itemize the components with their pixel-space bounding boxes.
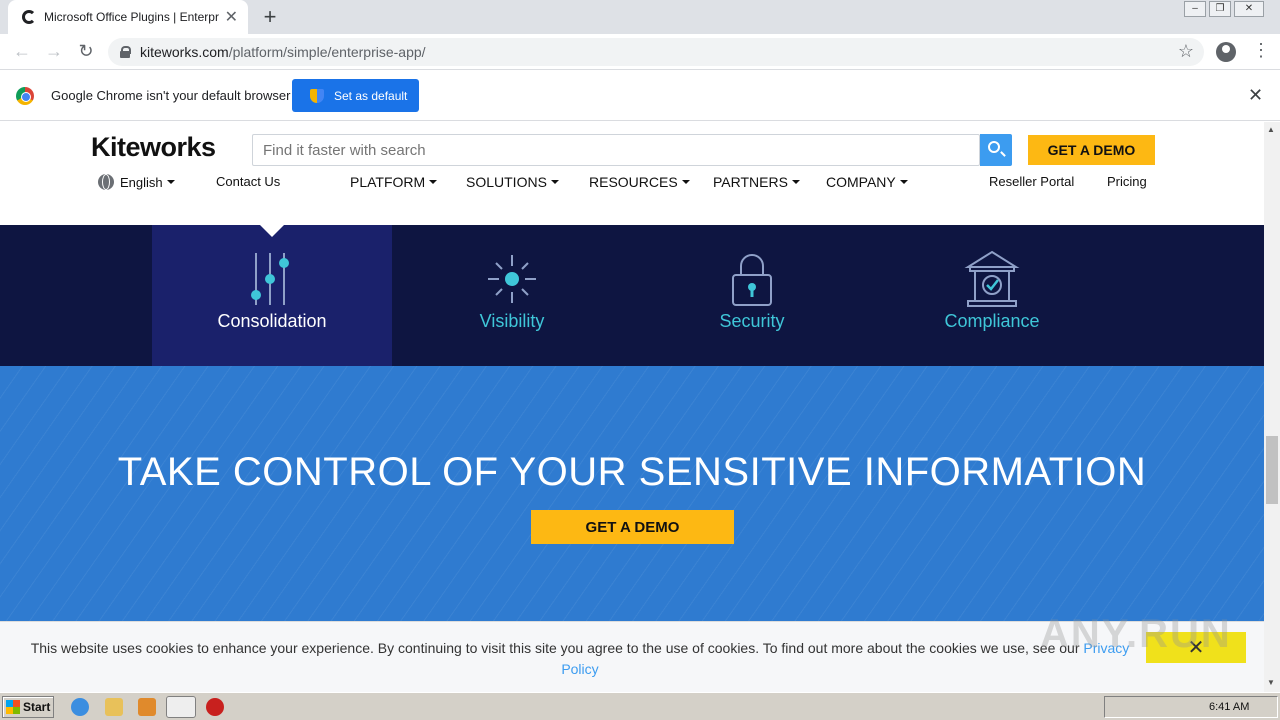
caret-down-icon [681,180,690,184]
infobar-message: Google Chrome isn't your default browser [51,88,291,103]
cookie-text: This website uses cookies to enhance you… [30,640,1084,656]
sun-icon [488,255,536,303]
scroll-up-icon[interactable]: ▲ [1267,125,1275,134]
forward-arrow-icon[interactable]: → [38,41,70,62]
padlock-icon [732,254,772,306]
uac-shield-icon [310,88,324,103]
start-button[interactable]: Start [2,696,54,718]
file-explorer-icon[interactable] [105,698,123,716]
language-label: English [120,174,163,190]
page-scrollbar[interactable]: ▲ ▼ [1264,122,1280,692]
scroll-down-icon[interactable]: ▼ [1267,678,1275,687]
default-browser-infobar: Google Chrome isn't your default browser… [0,71,1280,121]
cta-heading: TAKE CONTROL OF YOUR SENSITIVE INFORMATI… [117,450,1147,494]
opera-icon[interactable] [206,698,224,716]
nav-partners[interactable]: PARTNERS [713,174,800,190]
account-avatar-icon[interactable] [1216,42,1236,62]
windows-logo-icon [6,700,20,714]
browser-tab[interactable]: Microsoft Office Plugins | Enterprise ✕ [8,0,248,34]
scroll-thumb[interactable] [1266,436,1278,504]
feature-tab-compliance[interactable]: Compliance [872,225,1112,366]
caret-down-icon [899,180,908,184]
window-close-button[interactable]: ✕ [1234,1,1264,17]
tab-title: Microsoft Office Plugins | Enterprise [44,10,219,24]
infobar-close-icon[interactable]: ✕ [1248,85,1263,106]
internet-explorer-icon[interactable] [71,698,89,716]
media-player-icon[interactable] [138,698,156,716]
windows-taskbar: Start 6:41 AM [0,692,1280,720]
set-as-default-button[interactable]: Set as default [292,79,419,112]
feature-label: Security [719,311,785,331]
site-search-box[interactable] [252,134,980,166]
start-label: Start [23,700,51,714]
pricing-link[interactable]: Pricing [1107,174,1147,189]
address-bar[interactable]: kiteworks.com /platform/simple/enterpris… [108,38,1204,66]
feature-label: Consolidation [217,311,327,331]
search-button[interactable] [980,134,1012,166]
nav-resources[interactable]: RESOURCES [589,174,690,190]
new-tab-button[interactable]: + [258,4,282,30]
caret-down-icon [429,180,438,184]
feature-label: Compliance [944,311,1040,331]
loading-favicon-icon [22,10,36,24]
menu-kebab-icon[interactable]: ⋮ [1252,40,1270,61]
clock: 6:41 AM [1209,701,1250,713]
feature-label: Visibility [479,311,545,331]
active-tab-pointer [260,225,284,237]
nav-company-label: COMPANY [826,174,896,190]
nav-platform-label: PLATFORM [350,174,426,190]
web-page: Kiteworks GET A DEMO English Contact Us … [0,122,1264,692]
lock-icon[interactable] [120,46,131,58]
system-tray [1104,696,1278,718]
reload-icon[interactable]: ↻ [70,41,102,62]
header-get-demo-button[interactable]: GET A DEMO [1028,135,1155,165]
caret-down-icon [550,180,559,184]
nav-platform[interactable]: PLATFORM [350,174,438,190]
nav-solutions-label: SOLUTIONS [466,174,547,190]
globe-icon [98,174,114,190]
nav-partners-label: PARTNERS [713,174,788,190]
reseller-portal-link[interactable]: Reseller Portal [989,174,1074,189]
set-as-default-label: Set as default [334,88,408,103]
site-search-input[interactable] [263,141,979,159]
kiteworks-logo[interactable]: Kiteworks [91,132,216,163]
browser-toolbar: ← → ↻ kiteworks.com /platform/simple/ent… [0,34,1280,70]
feature-tab-consolidation[interactable]: Consolidation [152,225,392,366]
tab-close-icon[interactable]: ✕ [225,7,238,27]
chrome-taskbar-button[interactable] [166,696,196,718]
nav-solutions[interactable]: SOLUTIONS [466,174,559,190]
search-icon [988,141,1000,153]
back-arrow-icon[interactable]: ← [6,41,38,62]
nav-company[interactable]: COMPANY [826,174,908,190]
bookmark-star-icon[interactable]: ☆ [1178,41,1194,62]
contact-us-link[interactable]: Contact Us [216,174,280,189]
feature-tab-security[interactable]: Security [632,225,872,366]
minimize-button[interactable]: – [1184,1,1206,17]
sliders-icon [251,253,289,305]
caret-down-icon [166,180,175,184]
feature-tab-visibility[interactable]: Visibility [392,225,632,366]
cta-get-demo-button[interactable]: GET A DEMO [531,510,734,544]
language-selector[interactable]: English [98,174,175,190]
restore-button[interactable]: ❐ [1209,1,1231,17]
cookie-message: This website uses cookies to enhance you… [20,638,1140,680]
caret-down-icon [791,180,800,184]
nav-resources-label: RESOURCES [589,174,678,190]
chrome-logo-icon [16,87,34,105]
browser-tab-strip: Microsoft Office Plugins | Enterprise ✕ … [0,0,1280,34]
url-host: kiteworks.com [140,44,229,60]
url-path: /platform/simple/enterprise-app/ [228,44,426,60]
courthouse-check-icon [964,250,1020,307]
anyrun-watermark: ANY.RUN [1040,612,1232,656]
